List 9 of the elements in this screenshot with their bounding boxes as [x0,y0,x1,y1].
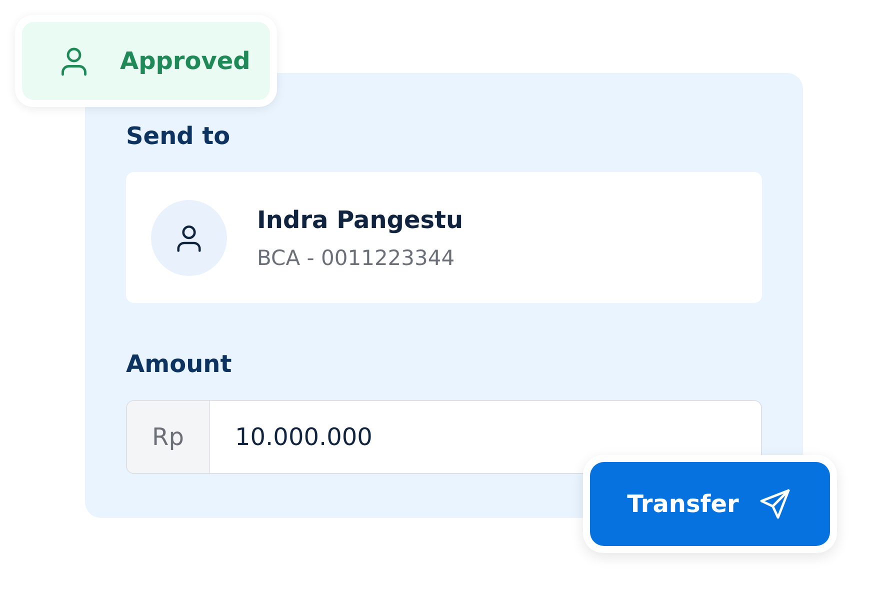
transfer-button[interactable]: Transfer [590,462,830,546]
currency-prefix: Rp [127,401,210,473]
recipient-name: Indra Pangestu [257,206,464,234]
section-label: Amount [126,349,233,379]
amount-field[interactable]: Rp 10.000.000 [126,400,762,474]
status-label: Approved [120,47,250,75]
recipient-card[interactable]: Indra Pangestu BCA - 0011223344 [126,172,762,303]
section-label: Send to [126,121,232,151]
account-number: BCA - 0011223344 [257,246,456,270]
